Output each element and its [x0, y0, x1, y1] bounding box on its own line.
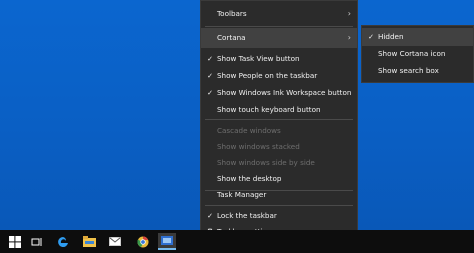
menu-item-label: Show People on the taskbar [217, 71, 318, 80]
menu-item-cortana[interactable]: Cortana › [201, 28, 357, 48]
submenu-item-label: Show Cortana icon [378, 49, 446, 58]
menu-item-label: Cascade windows [217, 126, 281, 135]
file-explorer-icon[interactable] [80, 233, 98, 250]
submenu-item-show-cortana-icon[interactable]: Show Cortana icon [362, 45, 473, 63]
menu-item-label: Show windows side by side [217, 158, 315, 167]
menu-item-label: Show Windows Ink Workspace button [217, 88, 352, 97]
taskbar-app-icon[interactable] [158, 233, 176, 250]
submenu-item-label: Show search box [378, 66, 439, 75]
menu-item-label: Lock the taskbar [217, 211, 277, 220]
menu-item-toolbars[interactable]: Toolbars › [201, 4, 357, 24]
taskbar-context-menu: Toolbars › Cortana › ✓ Show Task View bu… [200, 0, 358, 239]
menu-item-label: Show touch keyboard button [217, 105, 321, 114]
checkmark-icon: ✓ [368, 33, 374, 41]
menu-item-show-touch-keyboard[interactable]: Show touch keyboard button [201, 100, 357, 120]
menu-item-label: Cortana [217, 33, 246, 42]
menu-item-label: Show windows stacked [217, 142, 300, 151]
task-view-icon[interactable] [28, 233, 46, 250]
menu-item-label: Show Task View button [217, 54, 300, 63]
submenu-item-show-search-box[interactable]: Show search box [362, 62, 473, 80]
chrome-icon[interactable] [134, 233, 152, 250]
chevron-right-icon: › [347, 9, 351, 18]
cortana-submenu: ✓ Hidden Show Cortana icon Show search b… [361, 25, 474, 83]
chevron-right-icon: › [347, 33, 351, 42]
submenu-item-hidden[interactable]: ✓ Hidden [362, 28, 473, 46]
menu-item-task-manager[interactable]: Task Manager [201, 185, 357, 205]
menu-separator [205, 26, 353, 27]
submenu-item-label: Hidden [378, 32, 404, 41]
menu-item-label: Toolbars [217, 9, 247, 18]
edge-icon[interactable] [54, 233, 72, 250]
mail-icon[interactable] [106, 233, 124, 250]
taskbar [0, 230, 474, 253]
windows-start-icon[interactable] [6, 233, 24, 250]
menu-separator [205, 119, 353, 120]
menu-item-label: Task Manager [217, 190, 267, 199]
menu-item-label: Show the desktop [217, 174, 282, 183]
